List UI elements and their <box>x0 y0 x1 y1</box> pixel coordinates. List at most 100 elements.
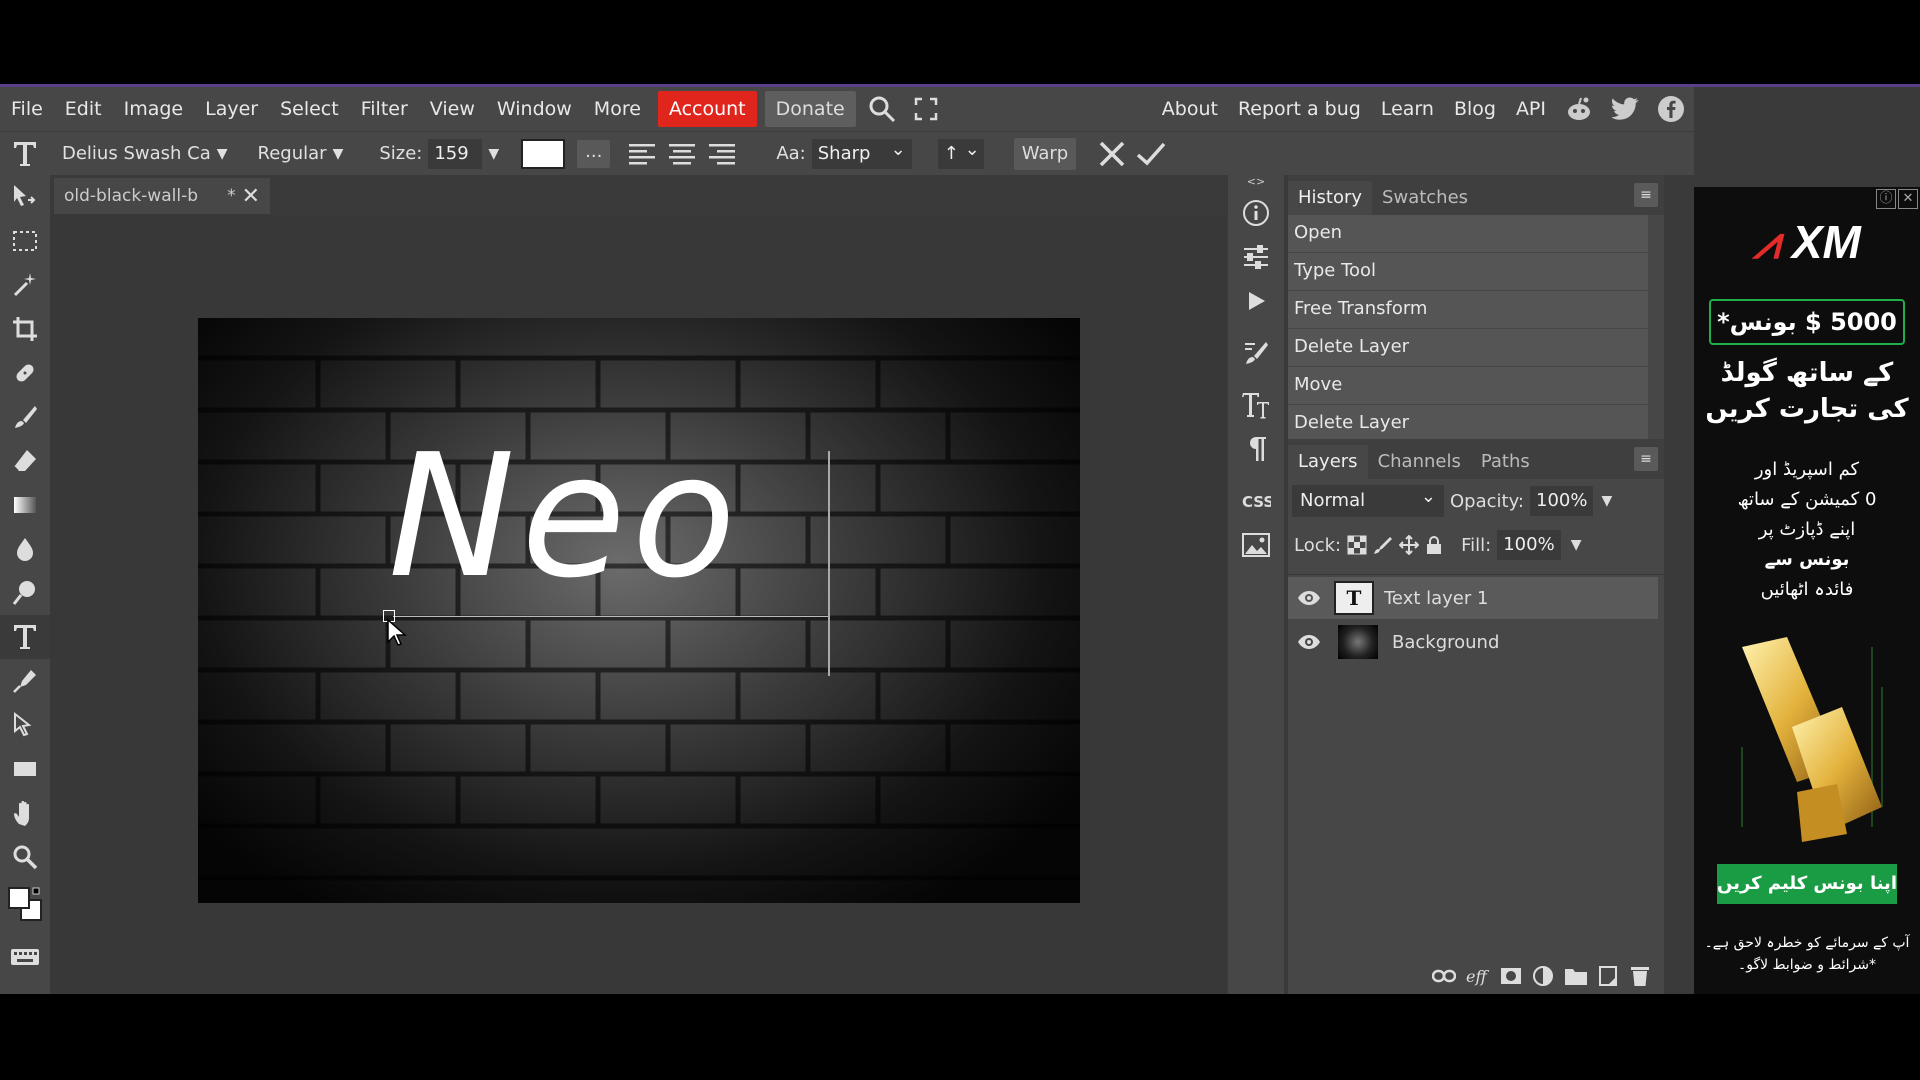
menu-about[interactable]: About <box>1152 91 1228 127</box>
close-tab-icon[interactable]: ✕ <box>242 184 260 209</box>
cancel-icon[interactable] <box>1098 137 1126 171</box>
gradient-tool-icon[interactable] <box>0 483 50 527</box>
css-icon[interactable]: CSS <box>1228 479 1284 523</box>
ad-close-icon[interactable]: ✕ <box>1898 189 1918 209</box>
reddit-icon[interactable] <box>1559 91 1599 127</box>
canvas-workspace[interactable]: Neo <box>50 215 1226 994</box>
marquee-tool-icon[interactable] <box>0 219 50 263</box>
tab-history[interactable]: History <box>1288 181 1373 215</box>
history-item[interactable]: Delete Layer <box>1288 405 1648 443</box>
align-center-icon[interactable] <box>668 142 696 166</box>
layer-effects-icon[interactable]: eff <box>1466 966 1490 986</box>
brush-tool-icon[interactable] <box>0 395 50 439</box>
layer-row[interactable]: Background <box>1288 621 1658 663</box>
chevron-down-icon[interactable]: ▼ <box>1601 493 1612 509</box>
image-canvas[interactable]: Neo <box>198 318 1080 903</box>
align-right-icon[interactable] <box>708 142 736 166</box>
character-panel-icon[interactable] <box>1228 383 1284 427</box>
history-item[interactable]: Move <box>1288 367 1648 405</box>
lock-position-icon[interactable] <box>1399 535 1420 555</box>
rectangle-tool-icon[interactable] <box>0 747 50 791</box>
align-left-icon[interactable] <box>628 142 656 166</box>
antialias-select[interactable]: Sharp ⌄ <box>811 138 912 169</box>
magic-wand-icon[interactable] <box>0 263 50 307</box>
type-tool-icon[interactable] <box>0 615 50 659</box>
adjustments-icon[interactable] <box>1228 235 1284 279</box>
document-tab[interactable]: old-black-wall-b * ✕ <box>54 178 270 214</box>
facebook-icon[interactable] <box>1651 91 1691 127</box>
image-icon[interactable] <box>1228 523 1284 567</box>
tab-layers[interactable]: Layers <box>1288 445 1368 479</box>
commit-check-icon[interactable] <box>1136 137 1166 171</box>
actions-play-icon[interactable] <box>1228 279 1284 323</box>
menu-api[interactable]: API <box>1506 91 1556 127</box>
font-style-select[interactable]: Regular ▼ <box>251 136 350 171</box>
history-item[interactable]: Open <box>1288 215 1648 253</box>
menu-layer[interactable]: Layer <box>194 91 269 127</box>
chevron-down-icon[interactable]: ▼ <box>1571 537 1582 553</box>
ad-info-icon[interactable]: ⓘ <box>1876 189 1896 209</box>
lock-transparency-icon[interactable] <box>1347 535 1367 555</box>
info-icon[interactable] <box>1228 191 1284 235</box>
history-item[interactable]: Free Transform <box>1288 291 1648 329</box>
menu-report-bug[interactable]: Report a bug <box>1228 91 1371 127</box>
search-icon[interactable] <box>864 91 900 127</box>
fill-input[interactable]: 100% <box>1497 530 1561 560</box>
font-family-select[interactable]: Delius Swash Ca ▼ <box>56 136 234 171</box>
collapse-arrows-icon[interactable]: <> <box>1228 175 1284 191</box>
healing-brush-icon[interactable] <box>0 351 50 395</box>
tab-paths[interactable]: Paths <box>1471 445 1540 479</box>
menu-filter[interactable]: Filter <box>350 91 419 127</box>
blend-mode-select[interactable]: Normal <box>1292 481 1444 517</box>
donate-button[interactable]: Donate <box>764 91 856 127</box>
move-tool-icon[interactable] <box>0 175 50 219</box>
path-select-icon[interactable] <box>0 703 50 747</box>
paragraph-icon[interactable] <box>1228 427 1284 471</box>
advertisement-banner[interactable]: ⓘ ✕ ⩘ XM 5000 $ بونس* کے ساتھ گولڈ کی تج… <box>1694 187 1920 1030</box>
ad-cta-button[interactable]: اپنا بونس کلیم کریں <box>1717 864 1897 904</box>
menu-blog[interactable]: Blog <box>1444 91 1506 127</box>
history-item[interactable]: Delete Layer <box>1288 329 1648 367</box>
text-direction-select[interactable]: ↑ ⌄ <box>937 137 984 171</box>
keyboard-icon[interactable] <box>0 935 50 979</box>
menu-window[interactable]: Window <box>486 91 583 127</box>
visibility-eye-icon[interactable] <box>1294 627 1324 657</box>
visibility-eye-icon[interactable] <box>1294 583 1324 613</box>
pen-tool-icon[interactable] <box>0 659 50 703</box>
fullscreen-icon[interactable] <box>908 91 944 127</box>
text-color-swatch[interactable] <box>521 137 566 171</box>
chevron-down-icon[interactable]: ▼ <box>488 146 499 162</box>
blur-drop-icon[interactable] <box>0 527 50 571</box>
menu-image[interactable]: Image <box>113 91 195 127</box>
adjustment-layer-icon[interactable] <box>1532 965 1554 987</box>
opacity-input[interactable]: 100% <box>1530 486 1594 516</box>
menu-learn[interactable]: Learn <box>1371 91 1444 127</box>
panel-menu-icon[interactable]: ≡ <box>1634 183 1658 207</box>
layer-mask-icon[interactable] <box>1500 966 1522 986</box>
link-layers-icon[interactable] <box>1432 969 1456 983</box>
font-size-input[interactable]: 159 p <box>428 138 483 194</box>
color-swatches-icon[interactable] <box>0 879 50 935</box>
history-item[interactable]: Type Tool <box>1288 253 1648 291</box>
hand-tool-icon[interactable] <box>0 791 50 835</box>
crop-tool-icon[interactable] <box>0 307 50 351</box>
tab-channels[interactable]: Channels <box>1368 445 1471 479</box>
lock-pixels-icon[interactable] <box>1373 535 1393 555</box>
menu-file[interactable]: File <box>0 91 54 127</box>
eraser-tool-icon[interactable] <box>0 439 50 483</box>
menu-edit[interactable]: Edit <box>54 91 113 127</box>
tab-swatches[interactable]: Swatches <box>1372 181 1478 215</box>
delete-layer-trash-icon[interactable] <box>1630 965 1650 987</box>
new-group-folder-icon[interactable] <box>1564 966 1588 986</box>
brush-settings-icon[interactable] <box>1228 331 1284 375</box>
layer-row[interactable]: T Text layer 1 <box>1288 577 1658 619</box>
canvas-text-layer[interactable]: Neo <box>388 418 742 616</box>
more-options-button[interactable]: ... <box>577 137 611 171</box>
dodge-tool-icon[interactable] <box>0 571 50 615</box>
menu-view[interactable]: View <box>419 91 486 127</box>
lock-all-icon[interactable] <box>1425 535 1443 555</box>
account-button[interactable]: Account <box>657 91 757 127</box>
twitter-icon[interactable] <box>1605 91 1645 127</box>
zoom-tool-icon[interactable] <box>0 835 50 879</box>
menu-select[interactable]: Select <box>269 91 350 127</box>
